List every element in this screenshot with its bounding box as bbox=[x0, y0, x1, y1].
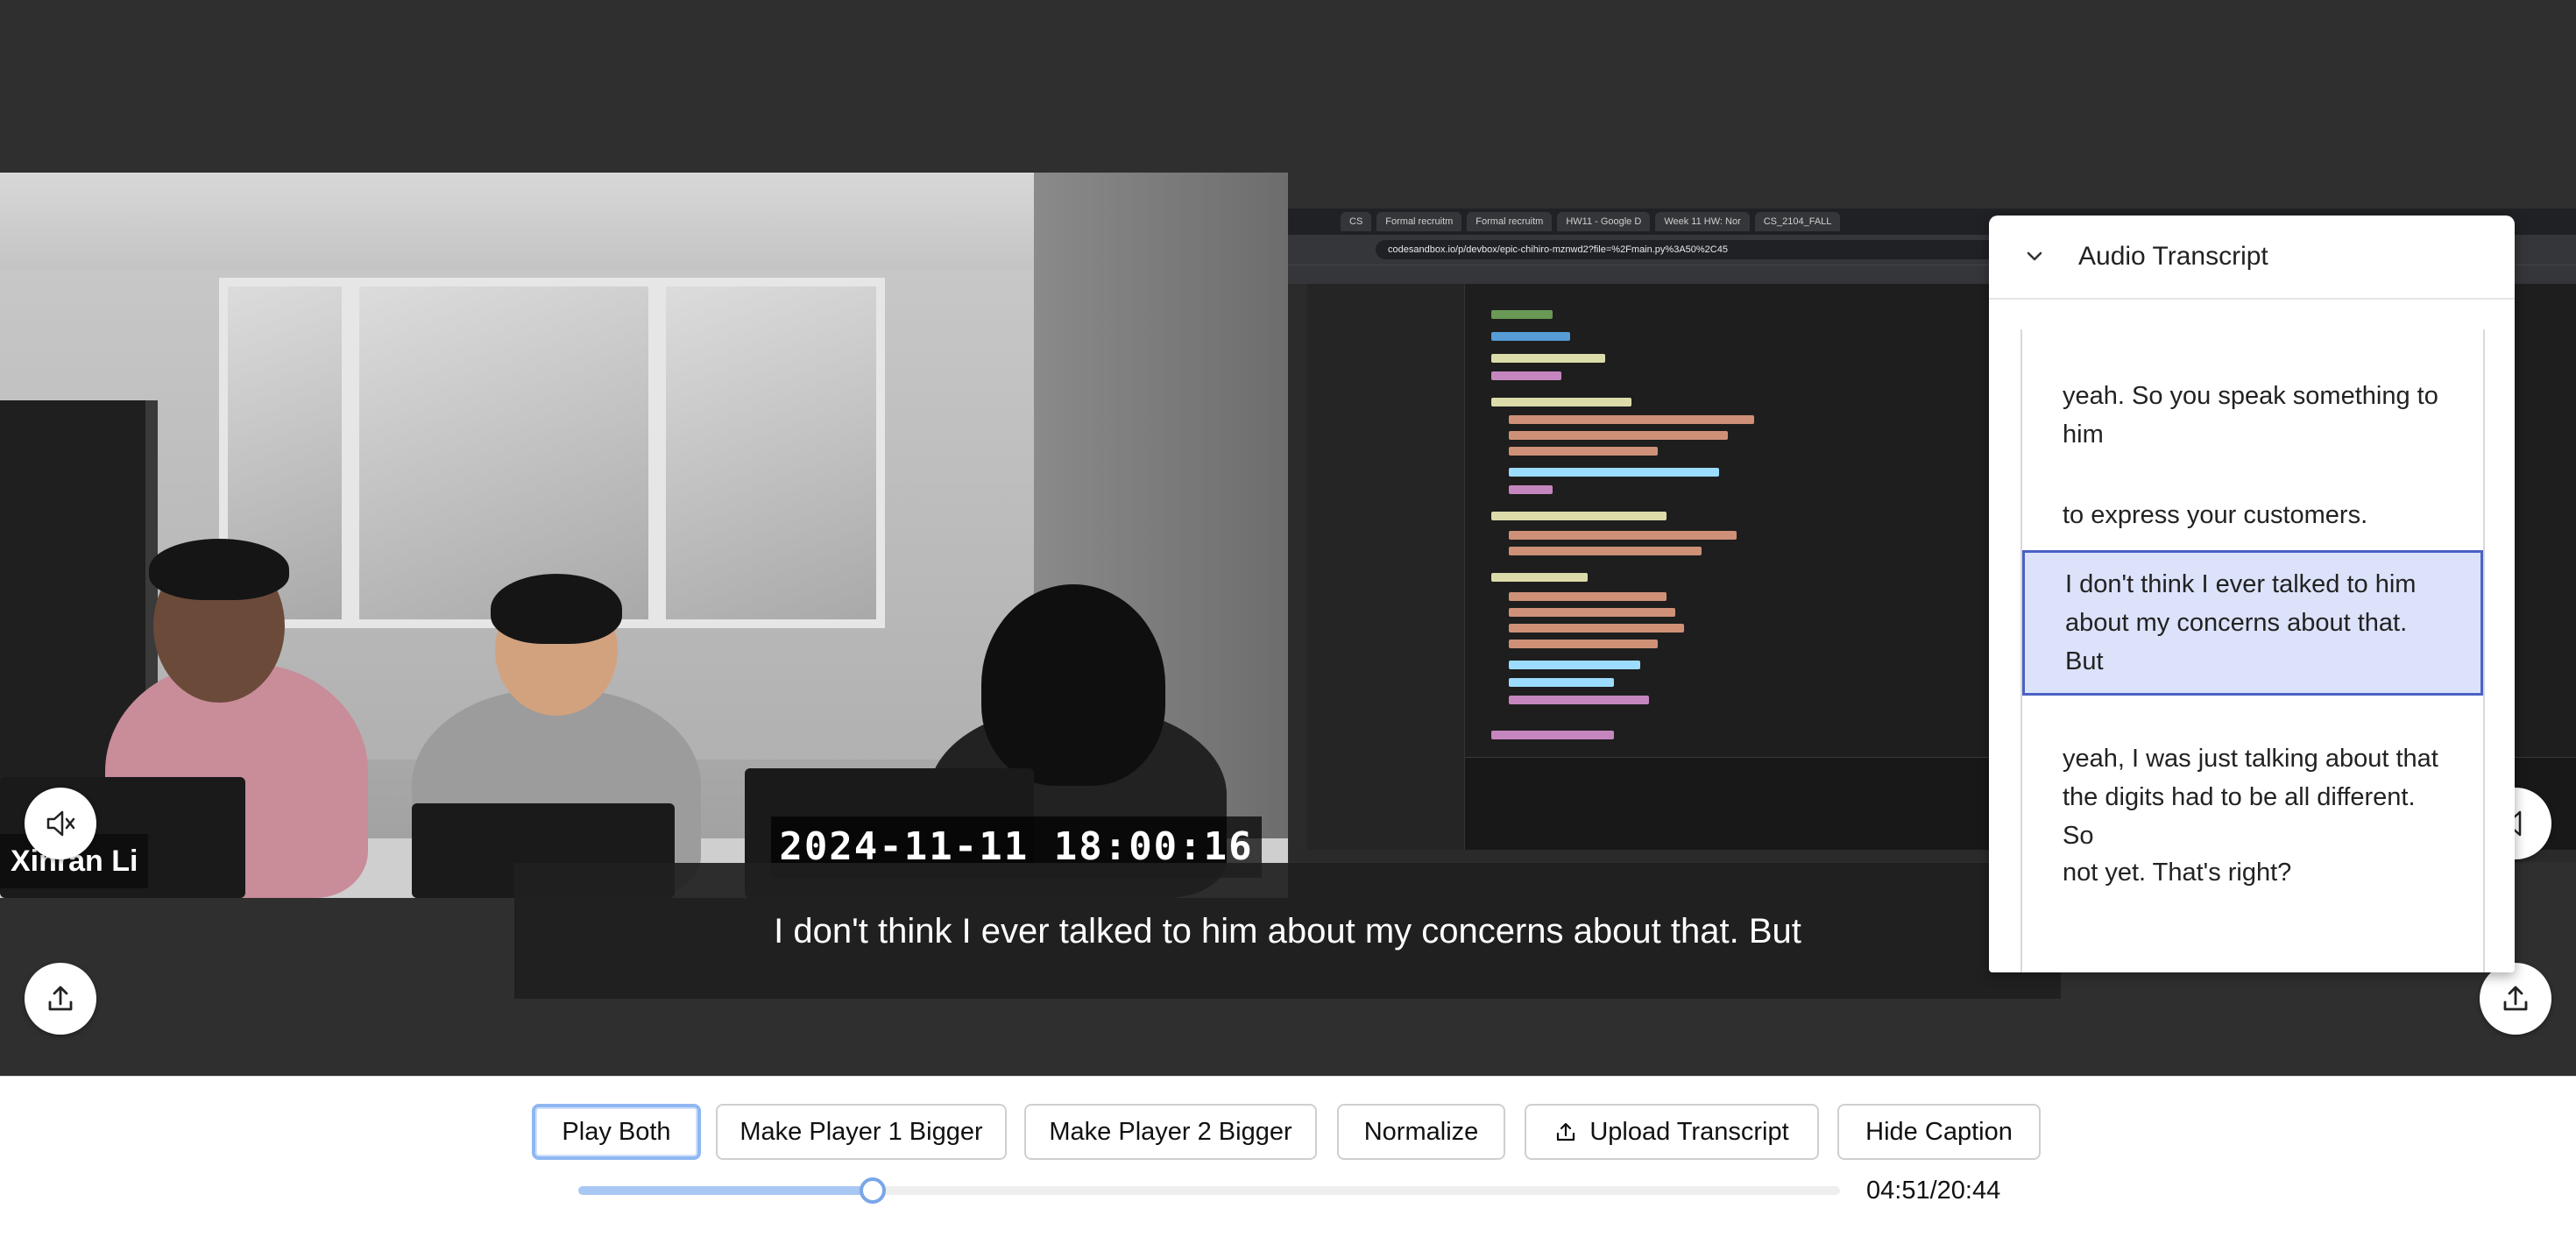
browser-tab: HW11 - Google D bbox=[1557, 212, 1651, 231]
transcript-item[interactable]: not yet. That's right? bbox=[2022, 853, 2483, 892]
player-1-share-button[interactable] bbox=[25, 963, 96, 1035]
player-2-share-button[interactable] bbox=[2480, 963, 2551, 1035]
code-line bbox=[1491, 354, 1605, 363]
code-line bbox=[1491, 398, 1631, 406]
play-both-button[interactable]: Play Both bbox=[532, 1104, 701, 1160]
normalize-button[interactable]: Normalize bbox=[1337, 1104, 1505, 1160]
ide-file-explorer bbox=[1307, 284, 1465, 862]
playback-progress-slider[interactable] bbox=[578, 1177, 1840, 1204]
player-1-mute-button[interactable] bbox=[25, 788, 96, 859]
code-line bbox=[1491, 371, 1561, 380]
transcript-item[interactable]: to express your customers. bbox=[2022, 496, 2483, 534]
person-left-hair bbox=[149, 539, 289, 600]
code-line bbox=[1509, 640, 1658, 648]
browser-tab: Week 11 HW: Nor bbox=[1655, 212, 1750, 231]
transcript-item-active[interactable]: I don't think I ever talked to him about… bbox=[2022, 550, 2483, 696]
room-window bbox=[657, 278, 885, 628]
upload-transcript-button[interactable]: Upload Transcript bbox=[1525, 1104, 1819, 1160]
caption-text: I don't think I ever talked to him about… bbox=[774, 911, 1801, 951]
transcript-title: Audio Transcript bbox=[2078, 242, 2268, 271]
browser-tab: CS_2104_FALL bbox=[1754, 212, 1841, 231]
code-line bbox=[1509, 531, 1737, 540]
code-line bbox=[1509, 678, 1614, 687]
code-line bbox=[1491, 731, 1614, 739]
chevron-down-icon[interactable] bbox=[2020, 243, 2049, 271]
progress-fill bbox=[578, 1186, 873, 1195]
code-line bbox=[1509, 547, 1702, 555]
audio-transcript-panel: Audio Transcript yeah. So you speak some… bbox=[1989, 216, 2515, 972]
person-center-hair bbox=[491, 574, 622, 644]
ide-activity-bar bbox=[1288, 284, 1307, 862]
code-line bbox=[1491, 512, 1667, 520]
time-readout: 04:51/20:44 bbox=[1866, 1177, 2001, 1205]
browser-tab: CS bbox=[1341, 212, 1372, 231]
upload-transcript-label: Upload Transcript bbox=[1589, 1118, 1789, 1146]
transcript-list[interactable]: yeah. So you speak something to him to e… bbox=[2020, 329, 2485, 972]
code-line bbox=[1509, 415, 1754, 424]
upload-icon bbox=[1557, 1122, 1575, 1141]
code-line bbox=[1491, 332, 1570, 341]
share-upload-icon bbox=[48, 986, 73, 1011]
make-player-2-bigger-button[interactable]: Make Player 2 Bigger bbox=[1024, 1104, 1317, 1160]
person-right-hair bbox=[981, 584, 1165, 786]
player-controls: Play Both Make Player 1 Bigger Make Play… bbox=[0, 1076, 2576, 1251]
code-line bbox=[1509, 624, 1684, 633]
code-line bbox=[1509, 468, 1719, 477]
video-stage: 2024-11-11 18:00:16 Xinran Li CS Formal … bbox=[0, 0, 2576, 1076]
speaker-muted-icon bbox=[46, 810, 75, 837]
code-line bbox=[1509, 592, 1667, 601]
code-line bbox=[1509, 447, 1658, 456]
code-line bbox=[1491, 310, 1553, 319]
transcript-item[interactable]: yeah. So you speak something to him bbox=[2022, 377, 2483, 454]
player-1-video[interactable]: 2024-11-11 18:00:16 Xinran Li bbox=[0, 173, 1288, 898]
share-upload-icon bbox=[2503, 986, 2528, 1011]
code-line bbox=[1509, 608, 1675, 617]
caption-bar: I don't think I ever talked to him about… bbox=[514, 863, 2061, 999]
make-player-1-bigger-button[interactable]: Make Player 1 Bigger bbox=[716, 1104, 1007, 1160]
room-window bbox=[350, 278, 657, 628]
code-line bbox=[1509, 696, 1649, 704]
browser-tab: Formal recruitm bbox=[1376, 212, 1462, 231]
code-line bbox=[1491, 573, 1588, 582]
progress-thumb[interactable] bbox=[859, 1177, 886, 1204]
code-line bbox=[1509, 661, 1640, 669]
transcript-item[interactable]: yeah, I was just talking about that the … bbox=[2022, 739, 2483, 855]
code-line bbox=[1509, 485, 1553, 494]
transcript-header[interactable]: Audio Transcript bbox=[1989, 216, 2515, 300]
browser-tab: Formal recruitm bbox=[1467, 212, 1553, 231]
code-line bbox=[1509, 431, 1728, 440]
hide-caption-button[interactable]: Hide Caption bbox=[1837, 1104, 2041, 1160]
